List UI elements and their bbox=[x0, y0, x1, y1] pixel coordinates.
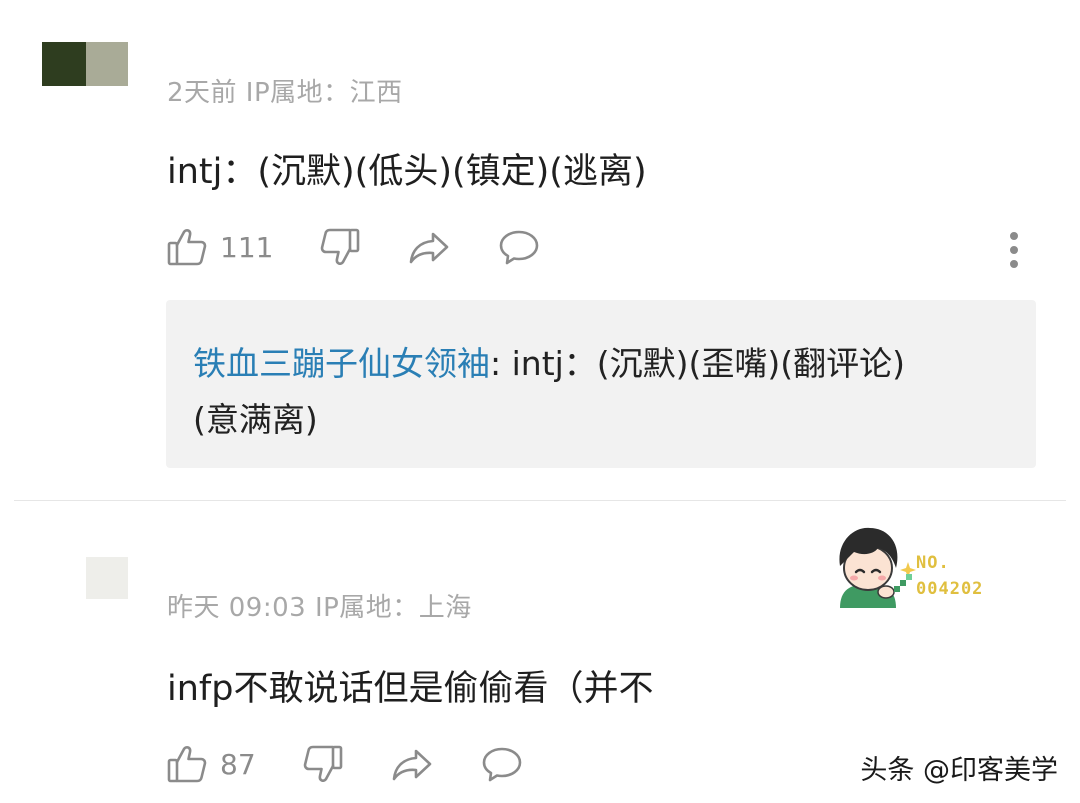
more-icon bbox=[1010, 232, 1018, 240]
dislike-button[interactable] bbox=[302, 743, 344, 785]
thumbs-up-icon bbox=[166, 743, 208, 785]
comment-text: infp不敢说话但是偷偷看（并不 bbox=[167, 669, 654, 709]
comment-actions: 87 bbox=[166, 743, 524, 785]
share-button[interactable] bbox=[390, 743, 434, 785]
share-button[interactable] bbox=[407, 226, 451, 268]
divider bbox=[14, 500, 1066, 501]
like-button[interactable]: 87 bbox=[166, 743, 256, 785]
share-icon bbox=[390, 743, 434, 785]
like-count: 111 bbox=[220, 230, 274, 264]
comment-meta: 昨天 09:03 IP属地：上海 bbox=[167, 593, 472, 623]
reply-text: 铁血三蹦子仙女领袖: intj：(沉默)(歪嘴)(翻评论) (意满离) bbox=[193, 336, 1013, 448]
comment-text: intj：(沉默)(低头)(镇定)(逃离) bbox=[167, 152, 647, 192]
reply-preview[interactable]: 铁血三蹦子仙女领袖: intj：(沉默)(歪嘴)(翻评论) (意满离) bbox=[166, 300, 1036, 468]
chibi-avatar-icon bbox=[839, 527, 916, 608]
badge-number: NO. 004202 bbox=[916, 550, 983, 602]
like-count: 87 bbox=[220, 747, 256, 781]
like-button[interactable]: 111 bbox=[166, 226, 273, 268]
thumbs-down-icon bbox=[302, 743, 344, 785]
thumbs-up-icon bbox=[166, 226, 208, 268]
watermark: 头条 @印客美学 bbox=[860, 755, 1058, 786]
reply-content-line1: : intj：(沉默)(歪嘴)(翻评论) bbox=[490, 344, 906, 383]
dislike-button[interactable] bbox=[319, 226, 361, 268]
more-options-button[interactable] bbox=[1006, 232, 1022, 268]
avatar-part-dark bbox=[42, 42, 86, 86]
comment-meta: 2天前 IP属地：江西 bbox=[167, 78, 403, 108]
avatar-part-light bbox=[86, 42, 128, 86]
avatar[interactable] bbox=[42, 42, 128, 86]
reply-button[interactable] bbox=[497, 226, 541, 268]
user-badge: NO. 004202 bbox=[820, 516, 1010, 610]
thumbs-down-icon bbox=[319, 226, 361, 268]
reply-author-link[interactable]: 铁血三蹦子仙女领袖 bbox=[193, 344, 490, 383]
more-icon-dot bbox=[1010, 246, 1018, 254]
more-icon-dot bbox=[1010, 260, 1018, 268]
share-icon bbox=[407, 226, 451, 268]
comment-icon bbox=[497, 226, 541, 268]
badge-line2: 004202 bbox=[916, 579, 984, 599]
avatar[interactable] bbox=[86, 557, 128, 599]
reply-content-line2: (意满离) bbox=[193, 400, 318, 439]
comment-actions: 111 bbox=[166, 226, 541, 268]
comment-icon bbox=[480, 743, 524, 785]
badge-line1: NO. bbox=[916, 553, 950, 573]
reply-button[interactable] bbox=[480, 743, 524, 785]
